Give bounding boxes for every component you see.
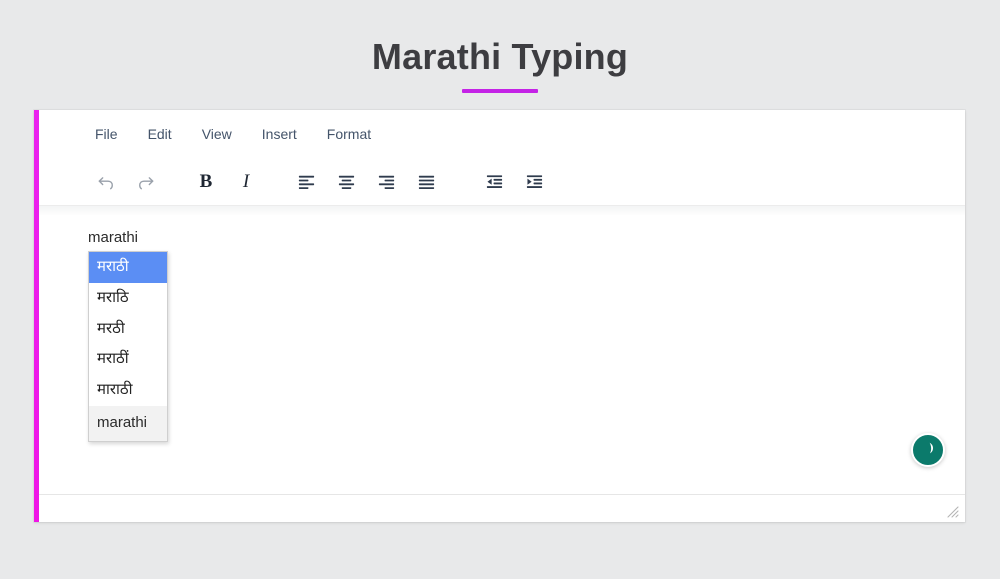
document-editing-area[interactable]: marathi मराठी मराठि मरठी मराठीं माराठी m… xyxy=(39,215,965,495)
indent-button[interactable] xyxy=(519,167,549,197)
italic-icon: I xyxy=(243,172,249,191)
editor-accent-bar xyxy=(34,110,39,522)
suggestion-item-4[interactable]: मराठीं xyxy=(89,344,167,375)
italic-button[interactable]: I xyxy=(231,167,261,197)
undo-button[interactable] xyxy=(91,167,121,197)
page-header: Marathi Typing xyxy=(0,0,1000,110)
indent-icon xyxy=(525,172,544,191)
align-justify-button[interactable] xyxy=(411,167,441,197)
page-title: Marathi Typing xyxy=(0,0,1000,77)
suggestion-item-original[interactable]: marathi xyxy=(89,406,167,441)
suggestion-item-3[interactable]: मरठी xyxy=(89,314,167,345)
suggestion-item-5[interactable]: माराठी xyxy=(89,375,167,406)
bold-icon: B xyxy=(200,172,213,191)
suggestion-item-1[interactable]: मराठी xyxy=(89,252,167,283)
menu-item-edit[interactable]: Edit xyxy=(146,124,174,144)
transliteration-suggestion-list[interactable]: मराठी मराठि मरठी मराठीं माराठी marathi xyxy=(88,251,168,442)
typed-text: marathi xyxy=(88,229,138,247)
editor-statusbar xyxy=(39,494,965,522)
align-center-button[interactable] xyxy=(331,167,361,197)
align-center-icon xyxy=(337,172,356,191)
outdent-icon xyxy=(485,172,504,191)
floating-action-badge[interactable] xyxy=(911,433,945,467)
text-editor-panel: File Edit View Insert Format xyxy=(34,110,965,522)
redo-button[interactable] xyxy=(131,167,161,197)
menu-item-insert[interactable]: Insert xyxy=(260,124,299,144)
title-underline-accent xyxy=(462,89,538,93)
outdent-button[interactable] xyxy=(479,167,509,197)
menu-item-view[interactable]: View xyxy=(200,124,234,144)
resize-grip-icon[interactable] xyxy=(945,504,959,518)
menu-item-file[interactable]: File xyxy=(93,124,120,144)
suggestion-item-2[interactable]: मराठि xyxy=(89,283,167,314)
align-right-icon xyxy=(377,172,396,191)
align-left-button[interactable] xyxy=(291,167,321,197)
align-justify-icon xyxy=(417,172,436,191)
editor-toolbar: B I xyxy=(39,158,965,205)
redo-icon xyxy=(136,172,156,192)
undo-icon xyxy=(96,172,116,192)
align-left-icon xyxy=(297,172,316,191)
crescent-icon xyxy=(920,440,936,461)
editor-menubar: File Edit View Insert Format xyxy=(39,110,965,158)
menu-item-format[interactable]: Format xyxy=(325,124,373,144)
align-right-button[interactable] xyxy=(371,167,401,197)
bold-button[interactable]: B xyxy=(191,167,221,197)
